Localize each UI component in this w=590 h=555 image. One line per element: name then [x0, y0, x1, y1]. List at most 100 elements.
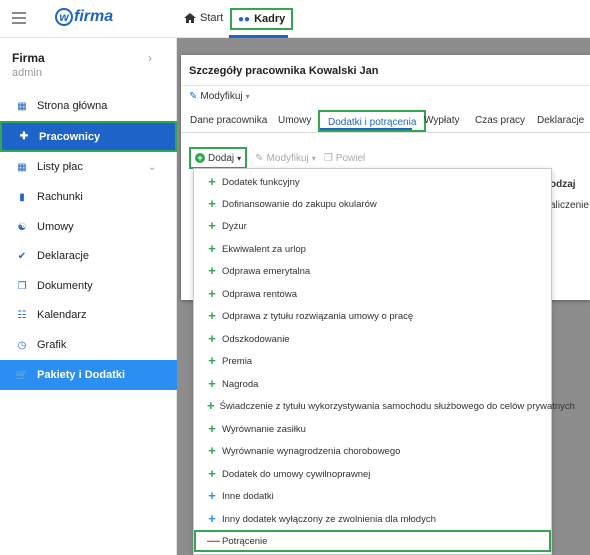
users-icon: ●●	[238, 13, 251, 25]
dashboard-icon: ▦	[17, 100, 27, 112]
menu-item[interactable]: + Dodatek do umowy cywilnoprawnej	[194, 463, 551, 485]
sidebar-item-grafik[interactable]: ◷ Grafik	[0, 330, 177, 360]
menu-item[interactable]: + Inny dodatek wyłączony ze zwolnienia dl…	[194, 508, 551, 530]
sidebar-item-label: Dokumenty	[37, 280, 93, 292]
calendar-icon: ☷	[17, 309, 27, 321]
edit-icon: ✎	[189, 91, 198, 102]
menu-item-label: Dodatek funkcyjny	[222, 176, 300, 188]
menu-item-potracenie[interactable]: — Potrącenie	[194, 530, 551, 552]
sidebar-item-label: Strona główna	[37, 100, 108, 112]
duplicate-button[interactable]: ❐ Powiel	[324, 153, 365, 164]
sidebar-item-pracownicy[interactable]: ✚ Pracownicy	[0, 121, 177, 152]
modify-button[interactable]: ✎ Modyfikuj ▾	[255, 153, 316, 164]
menu-item[interactable]: + Odprawa rentowa	[194, 283, 551, 305]
menu-item-label: Premia	[222, 355, 253, 367]
menu-item[interactable]: + Inne dodatki	[194, 485, 551, 507]
logo-text: firma	[74, 8, 114, 25]
menu-item-label: Wyrównanie wynagrodzenia chorobowego	[222, 445, 401, 457]
menu-item[interactable]: + Odprawa z tytułu rozwiązania umowy o pr…	[194, 305, 551, 327]
menu-item[interactable]: + Wyrównanie wynagrodzenia chorobowego	[194, 440, 551, 462]
menu-item-label: Odprawa rentowa	[222, 288, 297, 300]
menu-item-label: Potrącenie	[222, 535, 268, 547]
menu-item-label: Odprawa emerytalna	[222, 265, 311, 277]
plus-icon: +	[208, 286, 216, 301]
sidebar-item-label: Deklaracje	[37, 250, 89, 262]
company-name[interactable]: Firma	[12, 51, 45, 65]
sidebar-item-label: Umowy	[37, 221, 74, 233]
menu-item-label: Odszkodowanie	[222, 333, 290, 345]
plus-icon: +	[207, 398, 215, 413]
menu-item[interactable]: + Dodatek funkcyjny	[194, 171, 551, 193]
chevron-right-icon[interactable]: ›	[148, 51, 152, 65]
sidebar-item-pakiety[interactable]: 🛒 Pakiety i Dodatki	[0, 360, 177, 390]
divider	[181, 85, 590, 86]
nav-kadry-label: Kadry	[254, 13, 286, 25]
sidebar-item-strona-glowna[interactable]: ▦ Strona główna	[0, 91, 177, 121]
cart-icon: 🛒	[15, 369, 29, 381]
menu-item[interactable]: + Świadczenie z tytułu wykorzystywania sa…	[194, 395, 575, 417]
calculator-icon: ▦	[17, 161, 27, 173]
sidebar-item-deklaracje[interactable]: ✔ Deklaracje	[0, 241, 177, 271]
menu-item[interactable]: + Odprawa emerytalna	[194, 260, 551, 282]
menu-item[interactable]: + Premia	[194, 350, 551, 372]
menu-item[interactable]: + Dofinansowanie do zakupu okularów	[194, 193, 551, 215]
sidebar: Firma admin › ▦ Strona główna ✚ Pracowni…	[0, 38, 177, 555]
caret-down-icon: ▾	[245, 92, 250, 101]
plus-icon: +	[208, 218, 216, 233]
modify-label: Modyfikuj	[200, 91, 243, 102]
copy-icon: ❐	[323, 152, 333, 164]
column-header[interactable]: odzaj	[550, 179, 576, 190]
document-icon: ▮	[19, 191, 25, 203]
menu-item-label: Inne dodatki	[222, 490, 274, 502]
clock-icon: ◷	[17, 339, 27, 351]
tab-wyplaty[interactable]: Wypłaty	[424, 115, 459, 126]
menu-item[interactable]: + Wyrównanie zasiłku	[194, 418, 551, 440]
menu-item-label: Odprawa z tytułu rozwiązania umowy o pra…	[222, 310, 414, 322]
add-user-icon: ✚	[19, 131, 29, 142]
plus-icon: +	[208, 421, 216, 436]
hamburger-menu-icon[interactable]	[12, 12, 26, 24]
menu-item-label: Dyżur	[222, 220, 247, 232]
plus-icon: +	[208, 376, 216, 391]
nav-kadry[interactable]: ●● Kadry	[230, 8, 294, 30]
edit-icon: ✎	[255, 152, 264, 164]
panel-title: Szczegóły pracownika Kowalski Jan	[189, 65, 379, 77]
files-icon: ❐	[17, 280, 27, 292]
tab-dane-pracownika[interactable]: Dane pracownika	[190, 115, 267, 126]
menu-item[interactable]: + Dyżur	[194, 215, 551, 237]
add-dropdown-menu: + Dodatek funkcyjny + Dofinansowanie do za…	[193, 168, 575, 555]
add-label: Dodaj	[208, 152, 235, 164]
modify-menu-button[interactable]: ✎ Modyfikuj ▾	[189, 91, 250, 102]
plus-circle-icon: +	[195, 153, 205, 163]
add-button[interactable]: + Dodaj ▾	[189, 147, 248, 169]
plus-icon: +	[208, 196, 216, 211]
caret-down-icon: ▾	[311, 153, 316, 163]
nav-start-label: Start	[200, 12, 224, 24]
plus-icon: +	[208, 466, 216, 481]
sidebar-item-listy-plac[interactable]: ▦ Listy płac ⌄	[0, 152, 177, 182]
caret-down-icon: ▾	[237, 153, 242, 163]
sidebar-item-label: Kalendarz	[37, 309, 87, 321]
minus-icon: —	[207, 533, 220, 548]
plus-icon: +	[208, 308, 216, 323]
menu-item[interactable]: + Odszkodowanie	[194, 328, 551, 350]
menu-item-label: Świadczenie z tytułu wykorzystywania sam…	[219, 400, 575, 412]
sidebar-item-kalendarz[interactable]: ☷ Kalendarz	[0, 300, 177, 330]
menu-item[interactable]: + Nagroda	[194, 373, 551, 395]
modify-label: Modyfikuj	[266, 152, 309, 164]
sidebar-item-umowy[interactable]: ☯ Umowy	[0, 212, 177, 242]
chevron-down-icon[interactable]: ⌄	[148, 162, 156, 173]
tab-deklaracje[interactable]: Deklaracje	[537, 115, 584, 126]
sidebar-item-dokumenty[interactable]: ❐ Dokumenty	[0, 271, 177, 301]
sidebar-item-rachunki[interactable]: ▮ Rachunki	[0, 182, 177, 212]
tab-umowy[interactable]: Umowy	[278, 115, 311, 126]
plus-icon: +	[208, 174, 216, 189]
plus-icon: +	[208, 331, 216, 346]
table-cell: aliczenie	[550, 200, 589, 211]
tab-czas-pracy[interactable]: Czas pracy	[475, 115, 525, 126]
menu-item-label: Ekwiwalent za urlop	[222, 243, 306, 255]
wfirma-logo[interactable]: w firma	[55, 8, 113, 26]
menu-item-label: Wyrównanie zasiłku	[222, 423, 306, 435]
menu-item[interactable]: + Ekwiwalent za urlop	[194, 238, 551, 260]
nav-start[interactable]: Start	[184, 12, 223, 24]
